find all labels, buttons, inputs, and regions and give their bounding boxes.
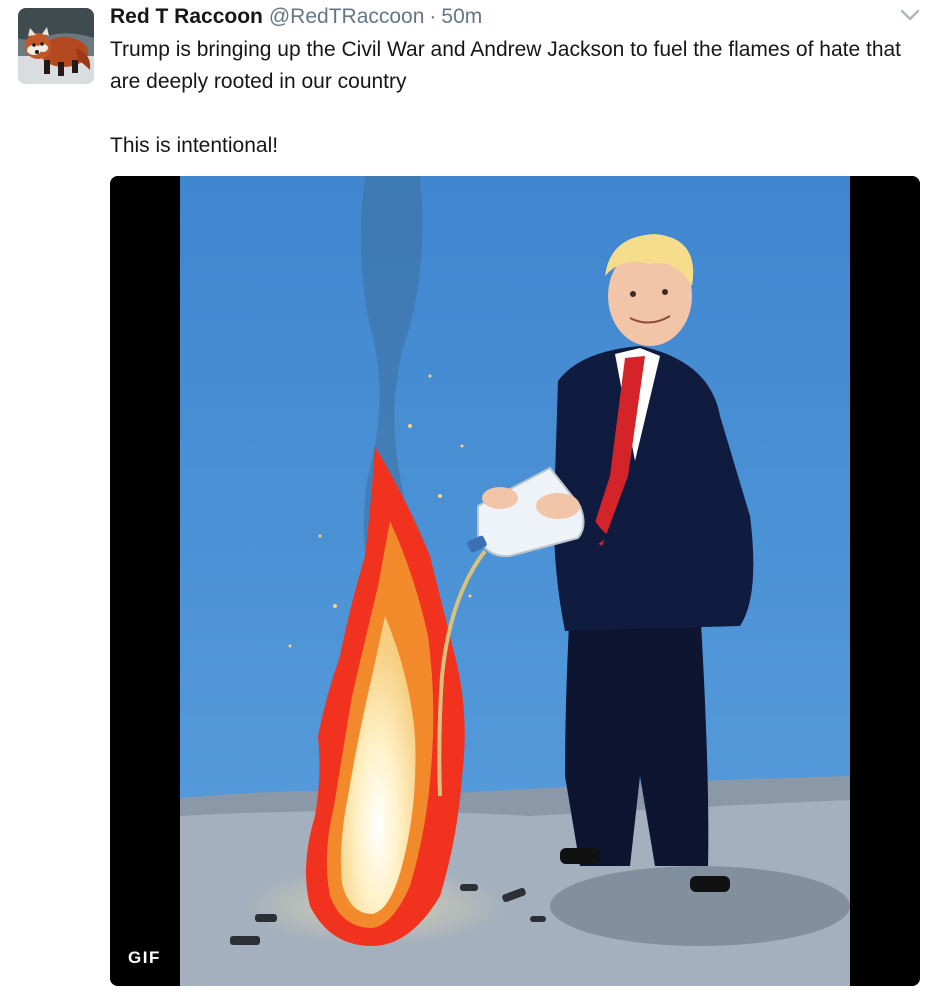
gif-badge: GIF [128,948,161,967]
author-handle[interactable]: @RedTRaccoon [269,5,425,29]
separator-dot: · [429,5,437,28]
tweet-menu-button[interactable] [898,6,922,24]
red-panda-avatar-icon [18,8,94,84]
tweet: Red T Raccoon @RedTRaccoon · 50m Trump i… [0,0,932,996]
tweet-text: Trump is bringing up the Civil War and A… [110,34,922,162]
avatar[interactable] [18,8,94,84]
author-name[interactable]: Red T Raccoon [110,5,263,29]
gif-illustration [110,176,920,986]
gif-media[interactable]: GIF [110,176,920,986]
chevron-down-icon [900,9,920,21]
tweet-text-paragraph-2: This is intentional! [110,134,279,157]
tweet-timestamp[interactable]: 50m [441,5,482,29]
tweet-header: Red T Raccoon @RedTRaccoon · 50m [110,5,482,35]
tweet-text-paragraph-1: Trump is bringing up the Civil War and A… [110,38,902,93]
